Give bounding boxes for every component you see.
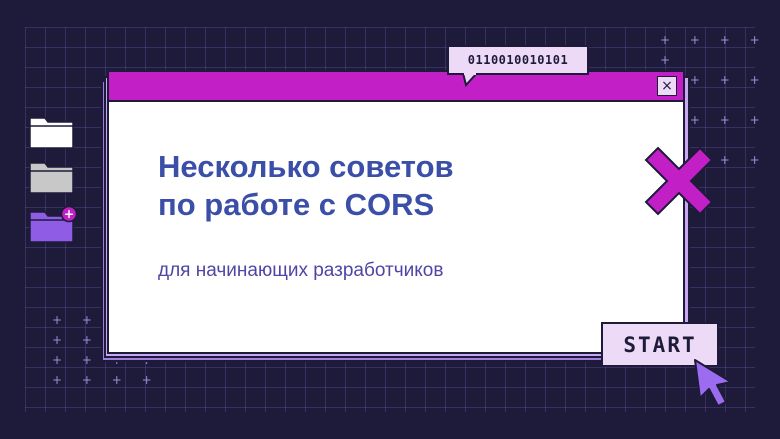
close-icon[interactable]: × [657, 76, 677, 96]
main-window: × Несколько советов по работе с CORS для… [107, 70, 685, 354]
bubble-tail-icon [462, 73, 478, 87]
cursor-icon [694, 359, 732, 407]
folder-icon [29, 117, 74, 149]
page-title: Несколько советов по работе с CORS [158, 148, 454, 224]
page-subtitle: для начинающих разработчиков [158, 260, 444, 281]
cross-icon [644, 146, 714, 216]
title-line-1: Несколько советов [158, 149, 454, 184]
title-line-2: по работе с CORS [158, 187, 435, 222]
binary-speech-bubble: 0110010010101 [447, 45, 589, 75]
window-titlebar: × [109, 72, 683, 102]
folder-icon [29, 162, 74, 194]
folder-plus-icon: + [29, 205, 78, 243]
folder-badge: + [64, 207, 74, 221]
